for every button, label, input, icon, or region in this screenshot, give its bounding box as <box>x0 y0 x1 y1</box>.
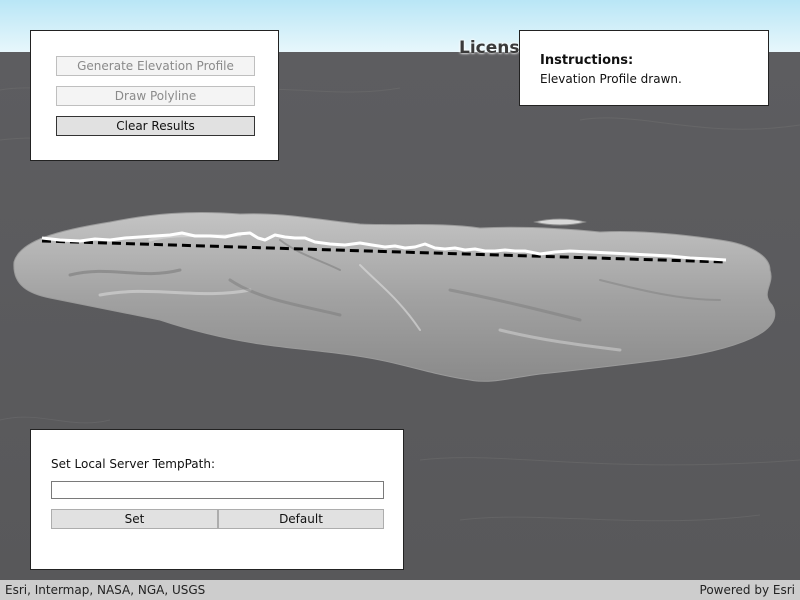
instructions-title: Instructions: <box>540 53 634 68</box>
profile-controls-panel: Generate Elevation Profile Draw Polyline… <box>30 30 279 161</box>
draw-polyline-button[interactable]: Draw Polyline <box>56 86 255 106</box>
inlet <box>533 218 587 226</box>
local-server-panel: Set Local Server TempPath: Set Default <box>30 429 404 570</box>
generate-elevation-profile-button[interactable]: Generate Elevation Profile <box>56 56 255 76</box>
default-button[interactable]: Default <box>218 509 384 529</box>
instructions-message: Elevation Profile drawn. <box>540 72 682 86</box>
temp-path-input[interactable] <box>51 481 384 499</box>
temp-path-label: Set Local Server TempPath: <box>51 457 215 471</box>
attribution-bar: Esri, Intermap, NASA, NGA, USGS Powered … <box>0 580 800 600</box>
instructions-panel: Instructions: Elevation Profile drawn. <box>519 30 769 106</box>
powered-by-esri[interactable]: Powered by Esri <box>700 580 795 600</box>
clear-results-button[interactable]: Clear Results <box>56 116 255 136</box>
set-button[interactable]: Set <box>51 509 218 529</box>
attribution-sources: Esri, Intermap, NASA, NGA, USGS <box>5 583 206 597</box>
